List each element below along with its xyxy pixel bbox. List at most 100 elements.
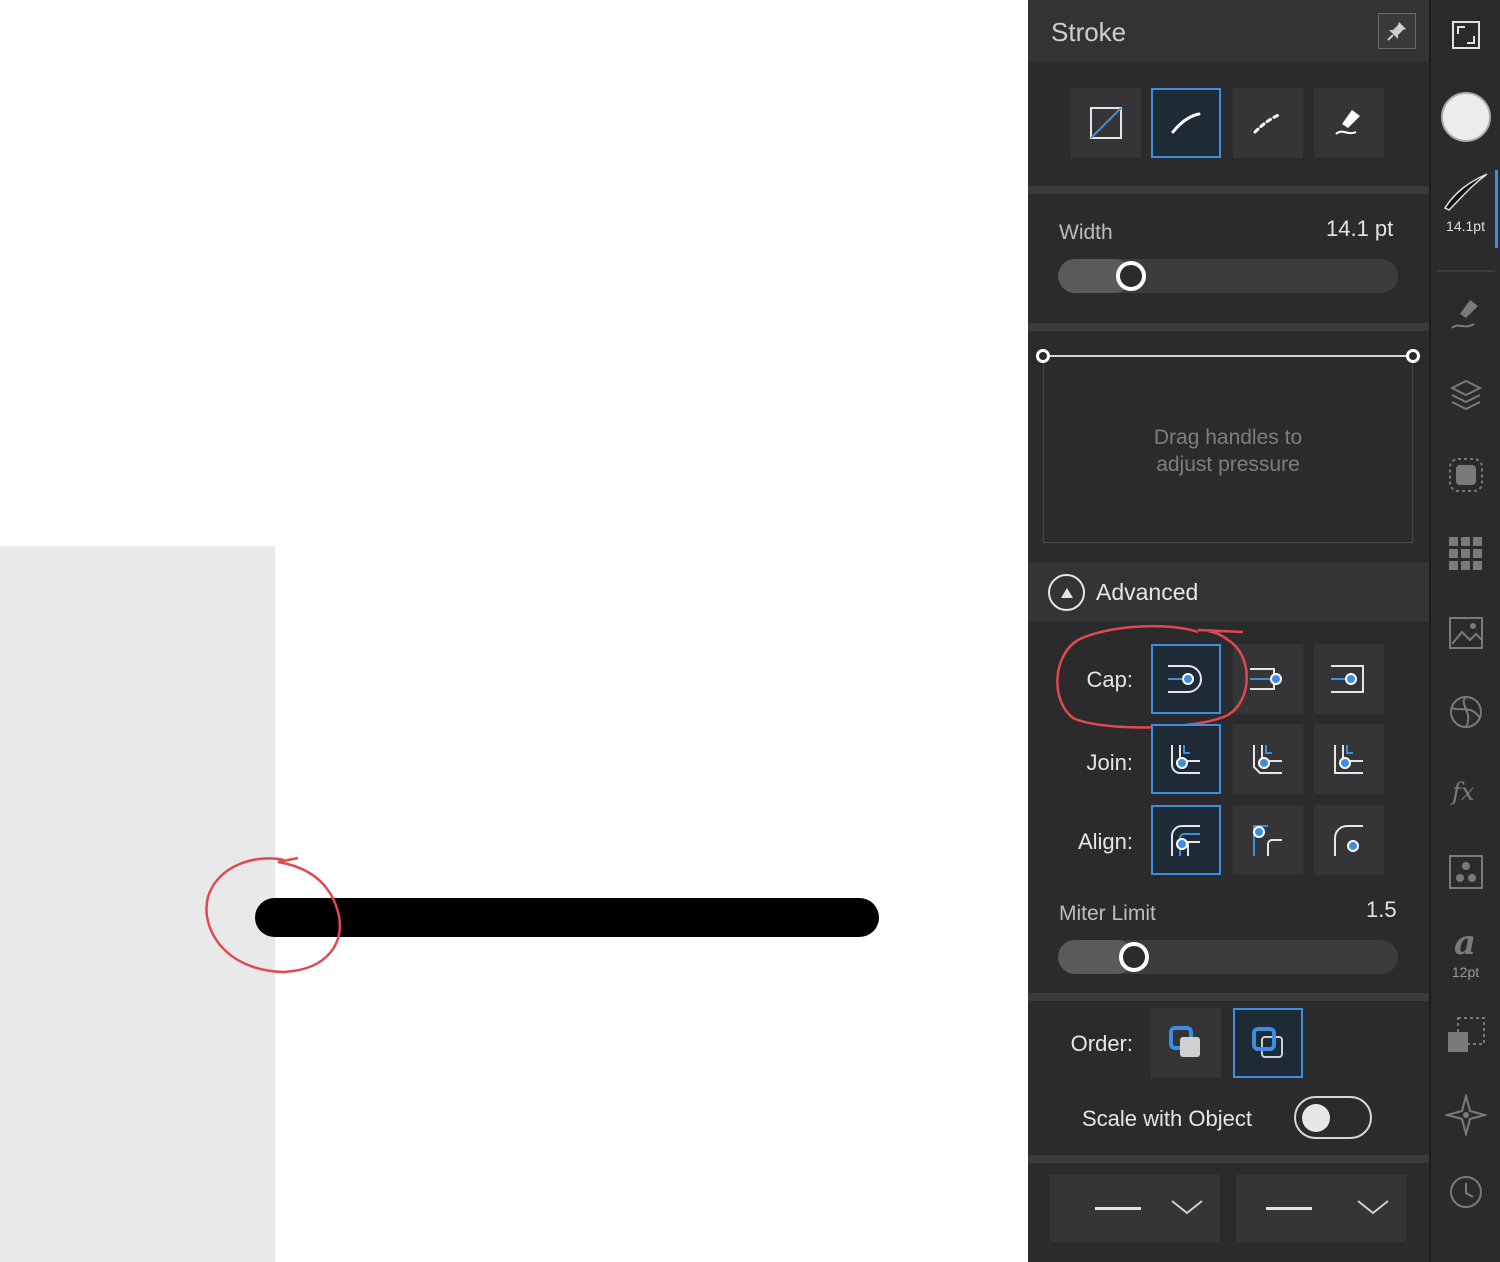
scale-with-object-label: Scale with Object: [1082, 1106, 1252, 1131]
brush-icon: [1450, 300, 1478, 329]
stroke-line-object[interactable]: [255, 898, 879, 937]
swatches-studio-button[interactable]: [1431, 536, 1500, 572]
history-icon: [1449, 1176, 1482, 1208]
separator: [1028, 1155, 1429, 1163]
order-label: Order:: [1070, 1031, 1133, 1056]
align-outside-icon: [1334, 825, 1363, 856]
canvas[interactable]: [0, 0, 1028, 1262]
stroke-behind-icon: [1169, 1026, 1200, 1057]
pressure-hint: Drag handles to adjust pressure: [1153, 426, 1303, 476]
effects-studio-button[interactable]: fx: [1431, 774, 1500, 808]
layers-icon: [1449, 379, 1482, 411]
width-slider-knob[interactable]: [1116, 261, 1146, 291]
image-icon: [1448, 617, 1483, 649]
scale-with-object-toggle[interactable]: [1294, 1096, 1372, 1139]
chevron-down-icon: [1357, 1200, 1389, 1215]
no-stroke-icon: [1090, 107, 1122, 139]
styles-studio-button[interactable]: [1431, 854, 1500, 890]
miter-limit-slider[interactable]: [1058, 940, 1398, 974]
cap-round-button[interactable]: [1151, 644, 1221, 714]
history-studio-button[interactable]: [1431, 1174, 1500, 1210]
stroke-front-icon: [1252, 1027, 1283, 1058]
order-stroke-behind-button[interactable]: [1151, 1008, 1221, 1078]
width-value: 14.1 pt: [1326, 216, 1394, 241]
panel-header: Stroke: [1028, 0, 1429, 62]
miter-limit-value: 1.5: [1366, 897, 1397, 922]
layers-studio-button[interactable]: [1431, 378, 1500, 414]
color-button[interactable]: [1431, 92, 1500, 142]
separator: [1028, 323, 1429, 331]
appearance-icon: [1449, 696, 1482, 728]
align-label: Align:: [1077, 829, 1133, 854]
align-outside-button[interactable]: [1314, 805, 1384, 875]
dashed-line-icon: [1253, 112, 1283, 134]
round-cap-icon: [1168, 665, 1202, 693]
active-indicator: [1495, 170, 1498, 248]
miter-join-icon: [1334, 745, 1363, 774]
advanced-label: Advanced: [1096, 579, 1199, 605]
transform-studio-button[interactable]: [1431, 1016, 1500, 1056]
image-studio-button[interactable]: [1431, 616, 1500, 650]
align-inside-icon: [1253, 825, 1282, 856]
width-label: Width: [1059, 221, 1113, 244]
grid-icon: [1448, 537, 1482, 570]
order-stroke-front-button[interactable]: [1233, 1008, 1303, 1078]
join-miter-button[interactable]: [1314, 724, 1384, 794]
cap-square-button[interactable]: [1314, 644, 1384, 714]
miter-slider-knob[interactable]: [1119, 942, 1149, 972]
styles-icon: [1448, 855, 1483, 889]
stroke-panel: Stroke Width 14.1 pt Drag handles to adj…: [1028, 0, 1429, 1262]
width-slider[interactable]: [1058, 259, 1398, 293]
toggle-fullscreen-button[interactable]: [1431, 20, 1500, 50]
stroke-studio-button[interactable]: 14.1pt: [1431, 170, 1500, 234]
appearance-studio-button[interactable]: [1431, 694, 1500, 730]
line-preview: [1266, 1207, 1312, 1210]
text-size-caption: 12pt: [1451, 964, 1480, 980]
stroke-width-caption: 14.1pt: [1446, 218, 1485, 234]
cap-butt-button[interactable]: [1233, 644, 1303, 714]
color-swatch-icon: [1440, 92, 1491, 142]
svg-text:a: a: [1454, 924, 1476, 960]
toggle-knob: [1302, 1104, 1330, 1132]
toolbar-separator: [1437, 270, 1495, 272]
stroke-icon: [1443, 173, 1487, 211]
pressure-handle-start[interactable]: [1036, 349, 1050, 363]
selection-studio-button[interactable]: [1431, 456, 1500, 494]
stroke-style-none-button[interactable]: [1071, 88, 1141, 158]
join-bevel-button[interactable]: [1233, 724, 1303, 794]
advanced-section-header[interactable]: Advanced: [1028, 562, 1429, 622]
collapse-icon[interactable]: [1048, 574, 1085, 611]
join-label: Join:: [1086, 750, 1133, 775]
align-center-icon: [1171, 825, 1200, 856]
align-inside-button[interactable]: [1233, 805, 1303, 875]
square-cap-icon: [1331, 665, 1364, 693]
navigator-studio-button[interactable]: [1431, 1094, 1500, 1136]
chevron-down-icon: [1171, 1200, 1203, 1215]
svg-text:fx: fx: [1450, 778, 1475, 806]
pressure-curve: [1043, 355, 1413, 357]
transform-icon: [1447, 1017, 1485, 1052]
selection-icon: [1448, 458, 1483, 492]
pressure-handle-end[interactable]: [1406, 349, 1420, 363]
text-style-icon: a: [1454, 924, 1476, 960]
miter-limit-label: Miter Limit: [1059, 902, 1156, 925]
text-studio-button[interactable]: a 12pt: [1431, 924, 1500, 980]
align-center-button[interactable]: [1151, 805, 1221, 875]
stroke-style-solid-button[interactable]: [1151, 88, 1221, 158]
line-preview: [1095, 1207, 1141, 1210]
brushes-studio-button[interactable]: [1431, 296, 1500, 332]
start-arrowhead-dropdown[interactable]: [1050, 1175, 1220, 1242]
separator: [1028, 993, 1429, 1001]
pasteboard: [0, 546, 275, 1262]
solid-line-icon: [1171, 112, 1201, 134]
stroke-style-dashed-button[interactable]: [1233, 88, 1303, 158]
pin-button[interactable]: [1378, 13, 1416, 49]
join-round-button[interactable]: [1151, 724, 1221, 794]
stroke-style-brush-button[interactable]: [1314, 88, 1384, 158]
cap-label: Cap:: [1086, 667, 1133, 692]
fullscreen-icon: [1451, 21, 1480, 49]
fx-icon: fx: [1450, 778, 1475, 806]
end-arrowhead-dropdown[interactable]: [1236, 1175, 1406, 1242]
butt-cap-icon: [1250, 668, 1282, 690]
round-join-icon: [1171, 745, 1200, 774]
